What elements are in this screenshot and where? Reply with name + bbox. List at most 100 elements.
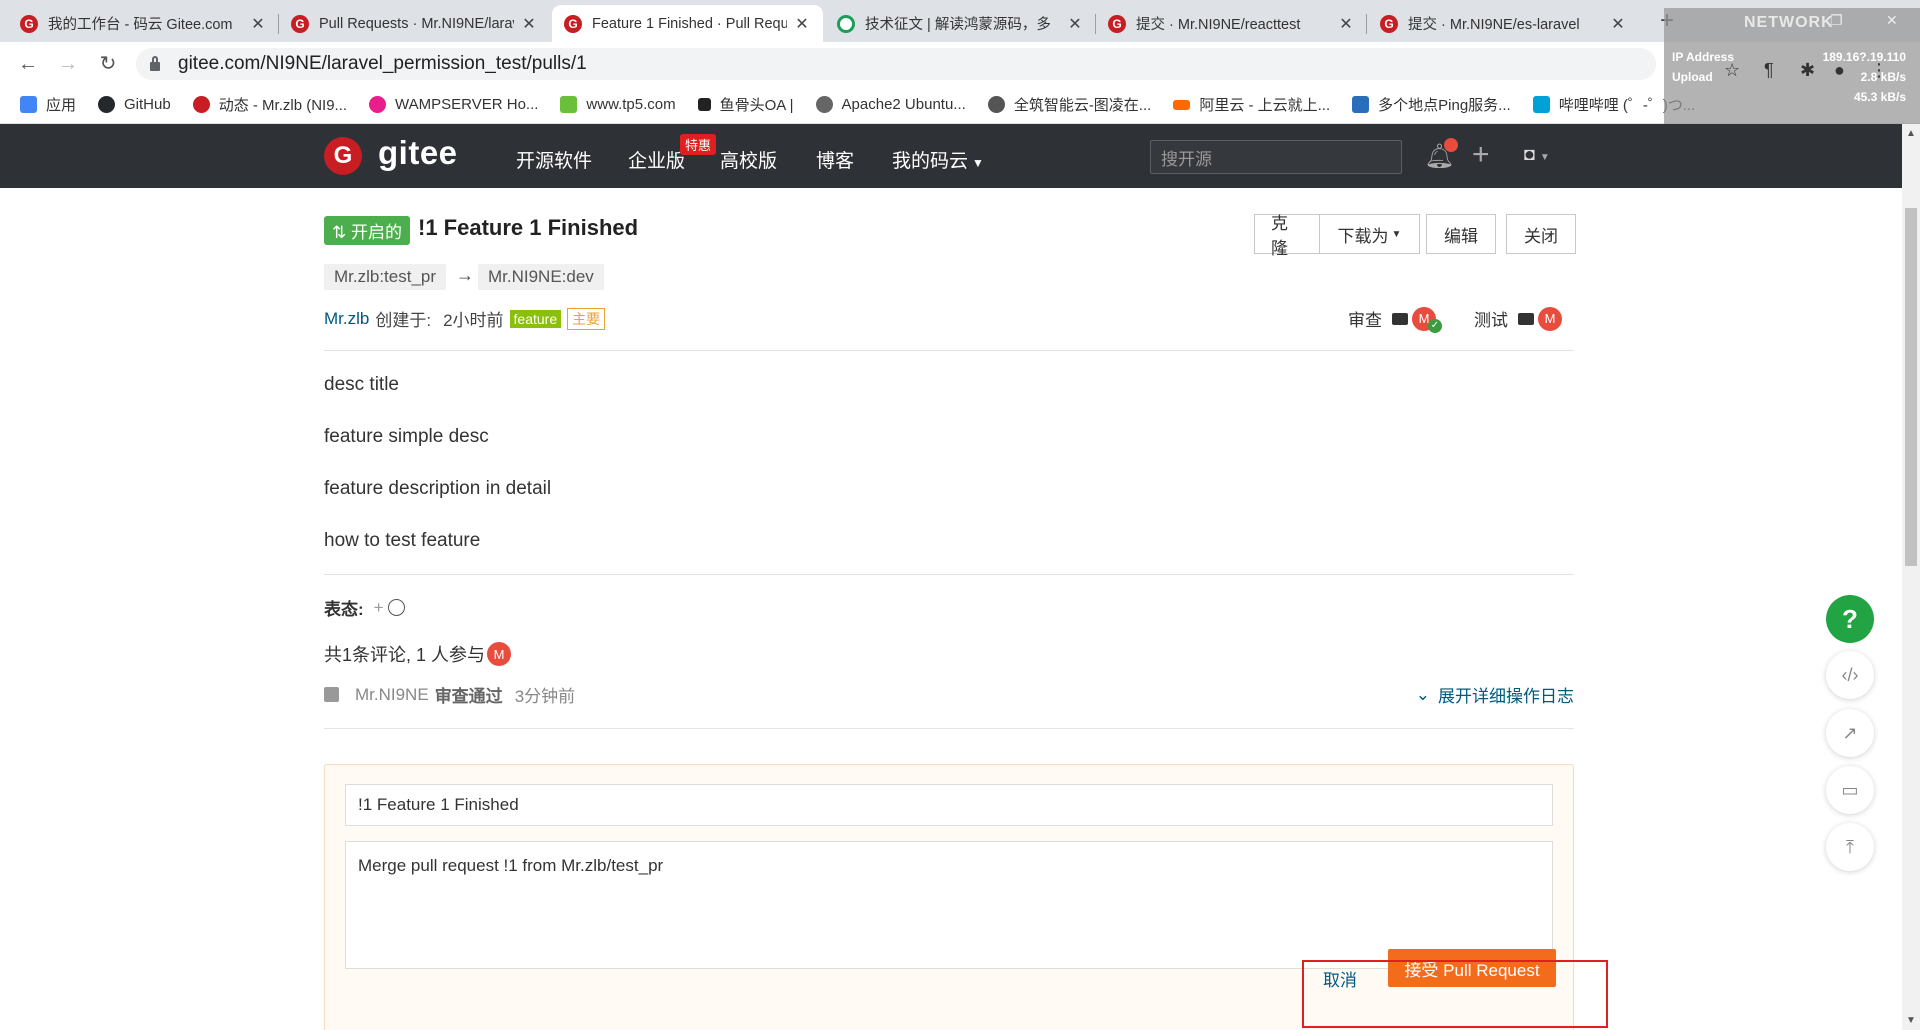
tab-title: Feature 1 Finished · Pull Request: [592, 15, 787, 32]
tab-title: 提交 · Mr.NI9NE/es-laravel: [1408, 17, 1580, 33]
nav-opensource[interactable]: 开源软件: [516, 146, 592, 173]
merge-message-textarea[interactable]: Merge pull request !1 from Mr.zlb/test_p…: [345, 841, 1553, 969]
plus-icon[interactable]: +: [1472, 138, 1490, 172]
avatar[interactable]: M ✓: [1412, 306, 1442, 333]
profile-icon[interactable]: ●: [1834, 60, 1845, 81]
clone-button[interactable]: 克隆: [1254, 214, 1320, 258]
upload-label: Upload: [1672, 70, 1713, 84]
extensions-icon[interactable]: ✱: [1800, 60, 1815, 81]
gitee-logo-icon[interactable]: G: [324, 137, 362, 175]
close-icon[interactable]: ✕: [1066, 14, 1084, 34]
paragraph-icon[interactable]: ¶: [1764, 60, 1774, 81]
browser-tab[interactable]: G 我的工作台 - 码云 Gitee.com ✕: [8, 5, 279, 42]
browser-tab[interactable]: 技术征文 | 解读鸿蒙源码，多 ✕: [825, 5, 1096, 42]
log-user[interactable]: Mr.NI9NE: [355, 685, 429, 705]
address-bar[interactable]: gitee.com/NI9NE/laravel_permission_test/…: [136, 48, 1656, 80]
scroll-down-icon[interactable]: ▼: [1906, 1015, 1916, 1026]
forward-arrow-icon[interactable]: →: [56, 52, 80, 76]
help-button[interactable]: ?: [1826, 595, 1874, 643]
close-icon[interactable]: ✕: [1609, 14, 1627, 34]
merge-title-input[interactable]: !1 Feature 1 Finished: [345, 784, 1553, 826]
share-button[interactable]: ↗: [1826, 709, 1874, 757]
scrollbar-thumb[interactable]: [1905, 208, 1917, 566]
gitee-icon: [192, 96, 210, 113]
browser-tab-bar: G 我的工作台 - 码云 Gitee.com ✕ G Pull Requests…: [0, 0, 1920, 42]
avatar[interactable]: M: [487, 642, 512, 666]
close-icon[interactable]: ✕: [249, 14, 267, 34]
network-title: NETWORK: [1744, 14, 1834, 31]
close-group: 关闭: [1506, 214, 1576, 254]
description-line: desc title: [324, 374, 399, 395]
bookmark-item[interactable]: Apache2 Ubuntu...: [815, 96, 966, 113]
back-to-top-button[interactable]: ⤒: [1826, 823, 1874, 871]
bookmark-item[interactable]: 应用: [20, 94, 76, 115]
gitee-icon: G: [1108, 14, 1126, 33]
close-icon[interactable]: ✕: [1886, 12, 1898, 29]
arrow-right-icon: →: [456, 265, 474, 285]
ping-icon: [1352, 96, 1370, 113]
bookmark-item[interactable]: 阿里云 - 上云就上...: [1173, 94, 1330, 115]
label-main[interactable]: 主要: [567, 307, 606, 330]
browser-tab[interactable]: G 提交 · Mr.NI9NE/reacttest ✕: [1096, 5, 1367, 42]
search-input[interactable]: 搜开源: [1150, 140, 1402, 174]
bookmark-item[interactable]: www.tp5.com: [560, 96, 676, 113]
aliyun-icon: [1173, 99, 1191, 110]
nav-education[interactable]: 高校版: [720, 146, 777, 173]
browser-tab[interactable]: G Pull Requests · Mr.NI9NE/laravel ✕: [279, 5, 550, 42]
avatar[interactable]: M: [1538, 306, 1562, 331]
menu-icon[interactable]: ⋮: [1870, 60, 1888, 81]
gitee-header: G gitee 开源软件 企业版 特惠 高校版 博客 我的码云 ▼ 搜开源 🔔︎ …: [0, 124, 1902, 188]
code-icon: ‹/›: [1841, 664, 1859, 685]
tester-status-icon: [1518, 312, 1534, 325]
bookmark-item[interactable]: 多个地点Ping服务...: [1352, 94, 1511, 115]
nav-blog[interactable]: 博客: [816, 146, 854, 173]
reload-icon[interactable]: ↻: [96, 52, 120, 76]
label-feature[interactable]: feature: [509, 309, 562, 328]
log-time: 3分钟前: [514, 687, 576, 706]
gitee-icon: G: [1380, 14, 1398, 33]
bookmark-item[interactable]: GitHub: [98, 96, 171, 113]
page-scrollbar[interactable]: ▲ ▼: [1902, 124, 1920, 1030]
back-arrow-icon[interactable]: ←: [16, 52, 40, 76]
close-icon[interactable]: ✕: [793, 14, 811, 34]
restore-icon[interactable]: ❐: [1830, 12, 1843, 29]
code-embed-button[interactable]: ‹/›: [1826, 651, 1874, 699]
share-icon: ↗: [1842, 722, 1858, 743]
bookmark-item[interactable]: WAMPSERVER Ho...: [369, 96, 538, 113]
expand-log-link[interactable]: ⌄ 展开详细操作日志: [1416, 682, 1574, 707]
download-button[interactable]: 下载为 ▼: [1320, 214, 1420, 254]
bookmark-item[interactable]: 鱼骨头OA |: [697, 94, 794, 115]
gitee-icon: G: [291, 14, 309, 33]
address-bar-row: ← → ↻ gitee.com/NI9NE/laravel_permission…: [0, 42, 1920, 86]
close-icon[interactable]: ✕: [1337, 14, 1355, 34]
divider: [324, 728, 1574, 729]
smile-icon[interactable]: [387, 599, 405, 616]
scroll-up-icon[interactable]: ▲: [1906, 128, 1916, 139]
star-icon[interactable]: ☆: [1724, 60, 1740, 81]
status-badge: ⇅ 开启的: [324, 216, 410, 245]
tab-title: Pull Requests · Mr.NI9NE/laravel: [319, 15, 514, 32]
nav-my-gitee[interactable]: 我的码云 ▼: [892, 146, 984, 173]
close-icon[interactable]: ✕: [520, 14, 538, 34]
browser-tab-active[interactable]: G Feature 1 Finished · Pull Request ✕: [552, 5, 823, 42]
annotation-highlight-box: [1302, 960, 1608, 1028]
gitee-icon: G: [20, 14, 38, 33]
close-pr-button[interactable]: 关闭: [1506, 214, 1576, 254]
description-line: feature description in detail: [324, 478, 552, 499]
browser-tab[interactable]: G 提交 · Mr.NI9NE/es-laravel ✕: [1368, 5, 1639, 42]
apps-grid-icon: [20, 96, 37, 113]
bookmark-item[interactable]: 全筑智能云-图凌在...: [987, 94, 1151, 115]
profile-menu-icon[interactable]: ◘ ▼: [1524, 144, 1550, 165]
feedback-button[interactable]: ▭: [1826, 766, 1874, 814]
author-link[interactable]: Mr.zlb: [324, 309, 369, 329]
bookmark-item[interactable]: 动态 - Mr.zlb (NI9...: [192, 94, 347, 115]
add-reaction-plus[interactable]: +: [374, 598, 384, 618]
brand-name[interactable]: gitee: [378, 134, 458, 172]
caret-down-icon: ▼: [1391, 228, 1402, 240]
tab-title: 我的工作台 - 码云 Gitee.com: [48, 17, 233, 33]
source-branch[interactable]: Mr.zlb:test_pr: [324, 264, 447, 290]
nav-enterprise[interactable]: 企业版: [628, 146, 685, 173]
edit-button[interactable]: 编辑: [1426, 214, 1496, 254]
target-branch[interactable]: Mr.NI9NE:dev: [478, 264, 604, 290]
clone-download-group: 克隆 下载为 ▼: [1254, 214, 1420, 258]
